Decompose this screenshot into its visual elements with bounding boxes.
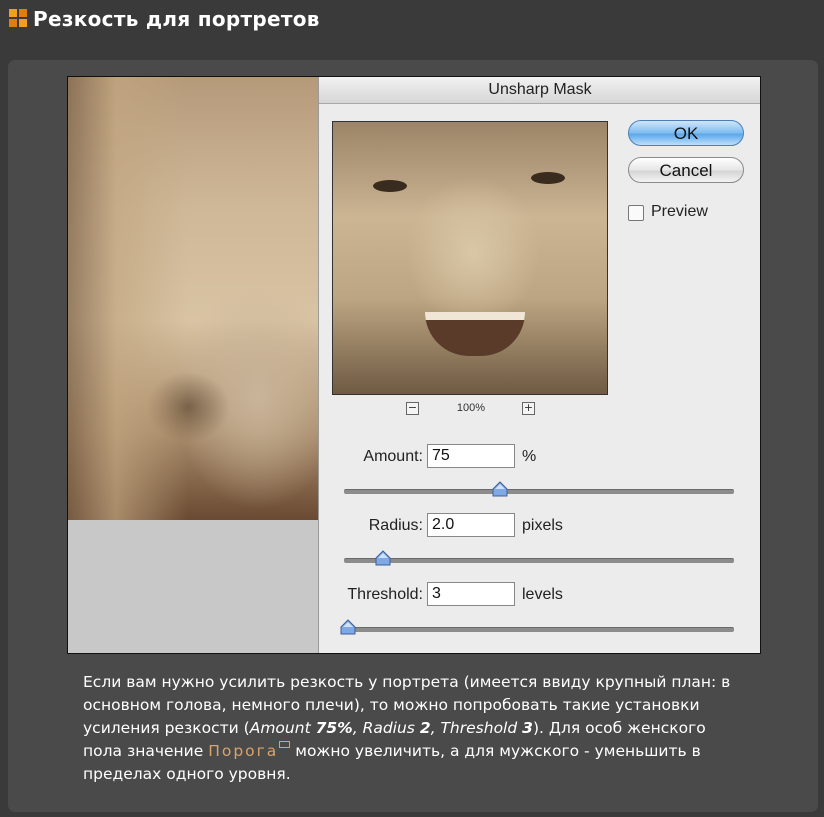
threshold-field[interactable]: 3 — [427, 582, 515, 606]
caption-amount-value: 75% — [315, 719, 353, 737]
dialog-titlebar[interactable]: Unsharp Mask — [319, 77, 760, 104]
page-title: Резкость для портретов — [33, 7, 320, 31]
preview-mouth — [425, 312, 525, 356]
caption-threshold-value: 3 — [522, 719, 533, 737]
unsharp-mask-dialog: Unsharp Mask − 100% + OK Cancel Preview … — [318, 77, 760, 653]
amount-slider-thumb[interactable] — [492, 481, 508, 497]
amount-slider-track[interactable] — [344, 489, 734, 494]
caption-threshold-name: Threshold — [440, 719, 518, 737]
screenshot-image: Unsharp Mask − 100% + OK Cancel Preview … — [67, 76, 761, 654]
threshold-label: Threshold: — [347, 586, 423, 603]
caption-radius-name: Radius — [362, 719, 415, 737]
amount-field[interactable]: 75 — [427, 444, 515, 468]
caption-sep2: , — [430, 719, 441, 737]
preview-checkbox[interactable] — [628, 205, 644, 221]
preview-image[interactable] — [332, 121, 608, 395]
threshold-slider-thumb[interactable] — [340, 619, 356, 635]
caption-amount-name: Amount — [249, 719, 311, 737]
orange-grid-icon — [9, 9, 27, 27]
preview-label: Preview — [651, 203, 708, 220]
preview-eye-left — [373, 180, 407, 192]
dialog-title: Unsharp Mask — [488, 81, 592, 98]
threshold-link-text[interactable]: Порога — [208, 742, 278, 760]
threshold-slider-track[interactable] — [344, 627, 734, 632]
caption-sep1: , — [352, 719, 363, 737]
zoom-level: 100% — [456, 402, 486, 414]
zoom-in-button[interactable]: + — [522, 402, 535, 415]
radius-slider-track[interactable] — [344, 558, 734, 563]
radius-label: Radius: — [368, 517, 423, 534]
zoom-out-button[interactable]: − — [406, 402, 419, 415]
page-header: Резкость для портретов — [0, 0, 824, 44]
threshold-glossary-link[interactable]: Порога — [208, 741, 291, 760]
threshold-unit: levels — [522, 586, 563, 603]
portrait-hair — [68, 77, 188, 520]
radius-field[interactable]: 2.0 — [427, 513, 515, 537]
cancel-button[interactable]: Cancel — [628, 157, 744, 183]
external-link-icon — [279, 741, 291, 748]
caption-text: Если вам нужно усилить резкость у портре… — [83, 671, 743, 786]
radius-unit: pixels — [522, 517, 563, 534]
caption-radius-value: 2 — [419, 719, 431, 737]
amount-label: Amount: — [363, 448, 423, 465]
amount-unit: % — [522, 448, 537, 465]
ok-button[interactable]: OK — [628, 120, 744, 146]
preview-eye-right — [531, 172, 565, 184]
radius-slider-thumb[interactable] — [375, 550, 391, 566]
